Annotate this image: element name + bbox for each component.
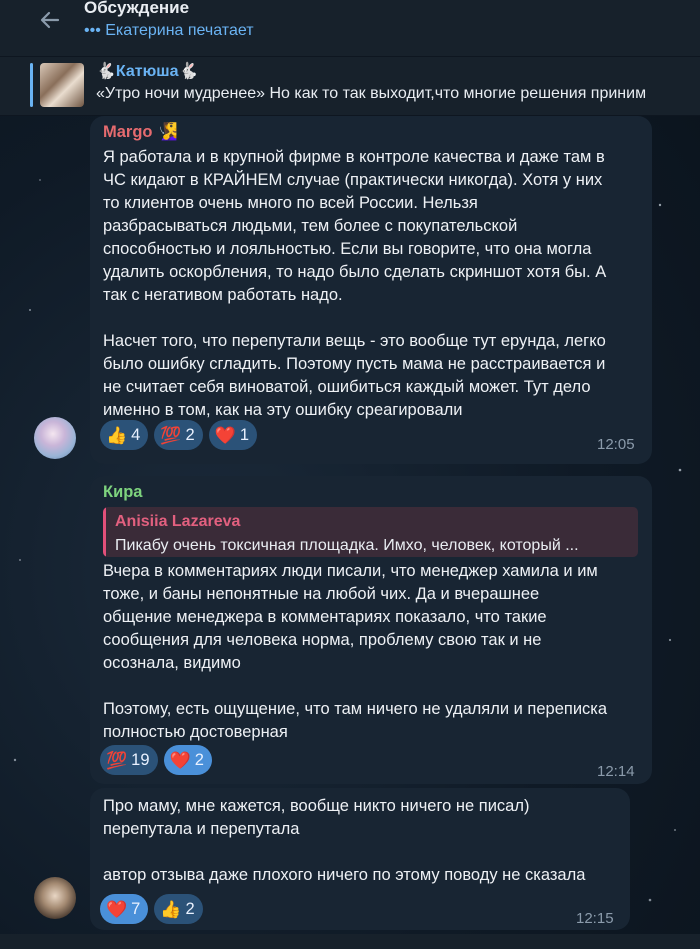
pinned-message[interactable]: 🐇Катюша🐇 «Утро ночи мудренее» Но как то … (0, 57, 700, 116)
message-bubble[interactable]: Кира Anisiia Lazareva Пикабу очень токси… (90, 476, 652, 784)
reply-sender: Anisiia Lazareva (115, 513, 241, 530)
pinned-accent-bar (30, 63, 33, 107)
reactions-row: 💯 19 ❤️ 2 (100, 745, 212, 775)
reaction-count: 7 (131, 899, 141, 918)
hundred-icon: 💯 (160, 425, 182, 445)
reactions-row: 👍 4 💯 2 ❤️ 1 (100, 420, 258, 450)
reaction-thumbs-up[interactable]: 👍 2 (154, 894, 203, 924)
pinned-text: «Утро ночи мудренее» Но как то так выход… (96, 85, 647, 102)
message-text: Я работала и в крупной фирме в контроле … (103, 148, 607, 419)
reaction-heart[interactable]: ❤️ 2 (163, 745, 212, 775)
bottom-bar (0, 934, 700, 949)
reaction-heart[interactable]: ❤️ 1 (208, 420, 258, 450)
reactions-row: ❤️ 7 👍 2 (100, 894, 203, 924)
reply-accent-bar (103, 507, 106, 557)
reaction-heart[interactable]: ❤️ 7 (100, 894, 149, 924)
avatar[interactable] (34, 877, 76, 919)
typing-status: ••• Екатерина печатает (84, 22, 254, 39)
message-time: 12:05 (597, 436, 635, 453)
reply-quote[interactable]: Anisiia Lazareva Пикабу очень токсичная … (103, 507, 638, 557)
heart-icon: ❤️ (169, 750, 191, 770)
reaction-thumbs-up[interactable]: 👍 4 (100, 420, 149, 450)
message-text: Про маму, мне кажется, вообще никто ниче… (103, 797, 586, 884)
reaction-hundred[interactable]: 💯 2 (154, 420, 203, 450)
reaction-count: 4 (131, 425, 141, 444)
back-arrow-icon[interactable] (36, 6, 64, 34)
heart-icon: ❤️ (106, 899, 128, 919)
reaction-count: 2 (194, 750, 204, 769)
hundred-icon: 💯 (106, 750, 128, 770)
reaction-count: 1 (239, 425, 250, 444)
chat-title: Обсуждение (84, 0, 190, 17)
reaction-count: 2 (185, 425, 195, 444)
thumbs-up-icon: 👍 (160, 899, 182, 919)
avatar[interactable] (34, 417, 76, 459)
message-sender[interactable]: Кира (103, 481, 142, 504)
chat-header: Обсуждение ••• Екатерина печатает (0, 0, 700, 57)
reaction-hundred[interactable]: 💯 19 (100, 745, 158, 775)
message-sender[interactable]: Margo 🧏‍♀️ (103, 121, 178, 144)
message-time: 12:15 (576, 910, 614, 927)
pinned-sender: 🐇Катюша🐇 (96, 63, 199, 80)
message-bubble[interactable]: Про маму, мне кажется, вообще никто ниче… (90, 788, 630, 930)
pinned-thumbnail (40, 63, 84, 107)
reply-text: Пикабу очень токсичная площадка. Имхо, ч… (115, 537, 579, 554)
message-time: 12:14 (597, 763, 635, 780)
reaction-count: 2 (185, 899, 195, 918)
message-bubble[interactable]: Margo 🧏‍♀️ Я работала и в крупной фирме … (90, 116, 652, 464)
reaction-count: 19 (131, 750, 150, 769)
message-text: Вчера в комментариях люди писали, что ме… (103, 562, 608, 741)
heart-icon: ❤️ (214, 425, 236, 445)
thumbs-up-icon: 👍 (106, 425, 128, 445)
